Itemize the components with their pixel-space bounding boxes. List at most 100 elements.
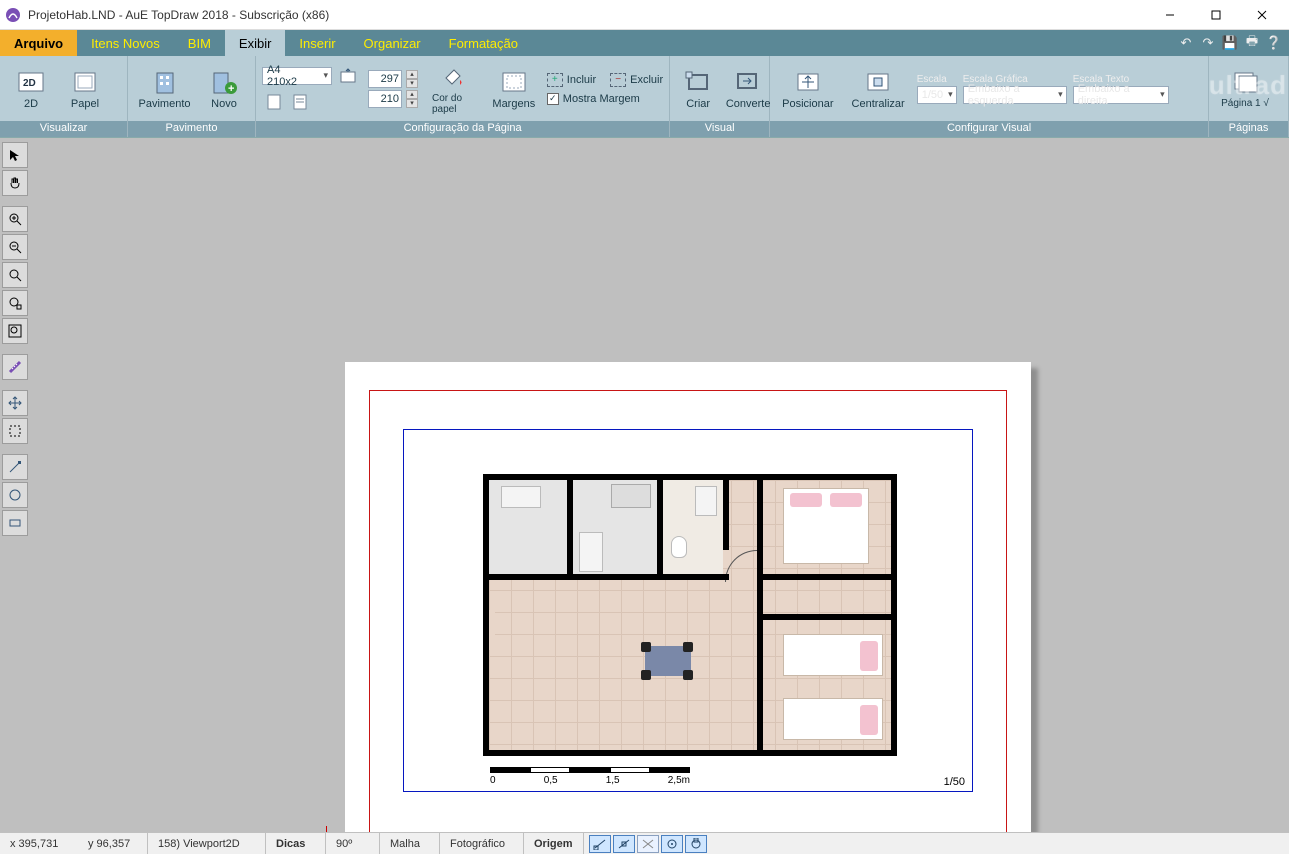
btn-excluir[interactable]: −Excluir (610, 73, 663, 87)
page-icon-2[interactable] (288, 90, 312, 114)
page-icon-1[interactable] (262, 90, 286, 114)
btn-centralizar[interactable]: Centralizar (846, 61, 911, 117)
menu-bar: Arquivo Itens Novos BIM Exibir Inserir O… (0, 30, 1289, 56)
chk-mostra-margem[interactable]: ✓ Mostra Margem (547, 93, 663, 105)
group-visualizar: 2D 2D Papel Visualizar (0, 56, 128, 137)
quick-access: ↶ ↷ 💾 🖶 ❔ (1177, 30, 1289, 56)
minimize-button[interactable] (1147, 0, 1193, 30)
btn-cor-do-papel[interactable]: Cor do papel (426, 61, 481, 117)
app-icon (4, 6, 22, 24)
status-origem[interactable]: Origem (524, 833, 584, 854)
pages-icon (1230, 68, 1260, 96)
btn-papel[interactable]: Papel (60, 61, 110, 117)
btn-margens[interactable]: Margens (489, 61, 539, 117)
tool-pointer[interactable] (2, 142, 28, 168)
group-label-visualizar: Visualizar (0, 121, 127, 137)
position-icon (793, 68, 823, 96)
dd-escala[interactable]: 1/50 (917, 86, 957, 104)
tab-itens-novos[interactable]: Itens Novos (77, 30, 174, 56)
orientation-toggle-icon[interactable] (336, 64, 360, 88)
height-spinner[interactable]: ▴▾ (406, 90, 418, 108)
snap-center-icon[interactable] (661, 835, 683, 853)
status-bar: x 395,731 y 96,357 158) Viewport2D Dicas… (0, 832, 1289, 854)
dd-escala-texto[interactable]: Embaixo a direita (1073, 86, 1169, 104)
window-title: ProjetoHab.LND - AuE TopDraw 2018 - Subs… (28, 8, 329, 22)
group-label-pavimento: Pavimento (128, 121, 255, 137)
close-button[interactable] (1239, 0, 1285, 30)
floor-plan (483, 474, 897, 756)
btn-novo[interactable]: + Novo (199, 61, 249, 117)
tool-select-area[interactable] (2, 418, 28, 444)
plus-box-icon: + (547, 73, 563, 87)
status-angle[interactable]: 90º (326, 833, 380, 854)
tool-move[interactable] (2, 390, 28, 416)
redo-icon[interactable]: ↷ (1199, 34, 1217, 52)
tab-inserir[interactable]: Inserir (285, 30, 349, 56)
help-icon[interactable]: ❔ (1265, 34, 1283, 52)
tab-organizar[interactable]: Organizar (350, 30, 435, 56)
tool-zoom-all[interactable] (2, 318, 28, 344)
svg-text:+: + (228, 83, 234, 95)
work-area: 0 0,5 1,5 2,5m 1/50 (0, 138, 1289, 832)
margins-icon (499, 68, 529, 96)
snap-quadrant-icon[interactable] (685, 835, 707, 853)
group-visual: Criar Converte Visual (670, 56, 770, 137)
status-dicas[interactable]: Dicas (266, 833, 326, 854)
title-bar: ProjetoHab.LND - AuE TopDraw 2018 - Subs… (0, 0, 1289, 30)
snap-endpoint-icon[interactable] (589, 835, 611, 853)
tab-arquivo[interactable]: Arquivo (0, 30, 77, 56)
group-label-visual: Visual (670, 121, 769, 137)
canvas[interactable]: 0 0,5 1,5 2,5m 1/50 (32, 138, 1289, 832)
convert-viewport-icon (733, 68, 763, 96)
tool-zoom-window[interactable] (2, 262, 28, 288)
dd-escala-grafica[interactable]: Embaixo a esquerda (963, 86, 1067, 104)
btn-incluir[interactable]: +Incluir (547, 73, 596, 87)
tool-rectangle[interactable] (2, 510, 28, 536)
paint-bucket-icon (438, 63, 468, 91)
page-width-input[interactable]: 297 (368, 70, 402, 88)
print-icon[interactable]: 🖶 (1243, 34, 1261, 52)
snap-intersection-icon[interactable] (637, 835, 659, 853)
minus-box-icon: − (610, 73, 626, 87)
lbl-escala: Escala (917, 74, 957, 85)
tool-zoom-extents[interactable] (2, 290, 28, 316)
btn-converte[interactable]: Converte (724, 61, 772, 117)
status-malha[interactable]: Malha (380, 833, 440, 854)
btn-pavimento[interactable]: Pavimento (134, 61, 195, 117)
building-add-icon: + (209, 68, 239, 96)
group-paginas: Página 1 √ Páginas (1209, 56, 1289, 137)
group-pavimento: Pavimento + Novo Pavimento (128, 56, 256, 137)
save-icon[interactable]: 💾 (1221, 34, 1239, 52)
group-config-visual: Posicionar Centralizar Escala 1/50 Escal… (770, 56, 1209, 137)
tool-circle[interactable] (2, 482, 28, 508)
btn-posicionar[interactable]: Posicionar (776, 61, 839, 117)
snap-midpoint-icon[interactable] (613, 835, 635, 853)
tool-line[interactable] (2, 454, 28, 480)
btn-criar[interactable]: Criar (676, 61, 720, 117)
group-label-config-visual: Configurar Visual (770, 121, 1208, 137)
btn-2d[interactable]: 2D 2D (6, 61, 56, 117)
page-height-input[interactable]: 210 (368, 90, 402, 108)
group-label-pagina: Configuração da Página (256, 121, 669, 137)
tool-zoom-out[interactable] (2, 234, 28, 260)
group-pagina: A4 210x2 297▴▾ 210▴▾ Cor do papel Margen… (256, 56, 670, 137)
btn-paginas[interactable]: Página 1 √ (1215, 61, 1275, 117)
view-2d-icon: 2D (16, 68, 46, 96)
status-foto[interactable]: Fotográfico (440, 833, 524, 854)
status-layer[interactable]: 158) Viewport2D (148, 833, 266, 854)
maximize-button[interactable] (1193, 0, 1239, 30)
undo-icon[interactable]: ↶ (1177, 34, 1195, 52)
tab-bim[interactable]: BIM (174, 30, 225, 56)
tool-pan[interactable] (2, 170, 28, 196)
tool-zoom-in[interactable] (2, 206, 28, 232)
svg-text:2D: 2D (23, 78, 36, 89)
width-spinner[interactable]: ▴▾ (406, 70, 418, 88)
tab-exibir[interactable]: Exibir (225, 30, 286, 56)
paper-size-dropdown[interactable]: A4 210x2 (262, 67, 332, 85)
tool-measure[interactable] (2, 354, 28, 380)
left-toolbar (0, 138, 32, 832)
tab-formatacao[interactable]: Formatação (435, 30, 532, 56)
paper-icon (70, 68, 100, 96)
center-icon (863, 68, 893, 96)
status-y: y 96,357 (78, 833, 148, 854)
